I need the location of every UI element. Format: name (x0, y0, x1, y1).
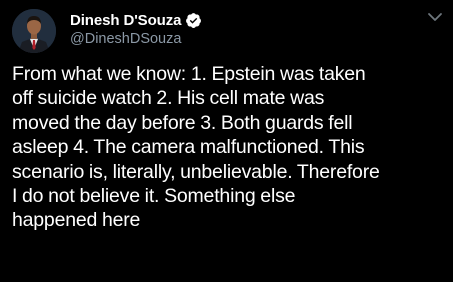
tweet-text: From what we know: 1. Epstein was taken … (12, 62, 452, 233)
profile-photo (12, 9, 56, 53)
tweet-line: From what we know: 1. Epstein was taken (12, 63, 366, 85)
author-display-name[interactable]: Dinesh D'Souza (70, 12, 181, 29)
author-name-row: Dinesh D'Souza (70, 10, 202, 30)
avatar[interactable] (12, 9, 56, 53)
tweet-card: Dinesh D'Souza @DineshDSouza From what w… (0, 0, 453, 282)
tweet-line: happened here (12, 209, 141, 232)
tweet-line: scenario is, literally, unbelievable. Th… (12, 160, 380, 183)
verified-badge-icon (186, 12, 202, 28)
tweet-line: asleep 4. The camera malfunctioned. This (12, 136, 365, 159)
author-handle[interactable]: @DineshDSouza (70, 31, 181, 47)
tweet-line: moved the day before 3. Both guards fell (12, 111, 353, 134)
tweet-line: off suicide watch 2. His cell mate was (12, 87, 325, 110)
tweet-line: I do not believe it. Something else (12, 185, 296, 208)
chevron-down-icon[interactable] (426, 10, 444, 24)
